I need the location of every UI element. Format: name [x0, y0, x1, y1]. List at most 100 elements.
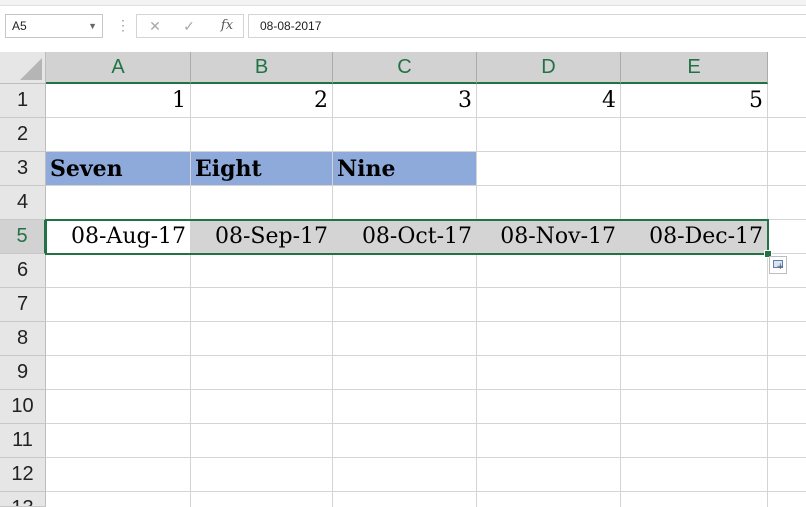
auto-fill-options-button[interactable]: +	[769, 256, 787, 274]
name-box[interactable]: A5 ▼	[5, 14, 103, 38]
cell-b5[interactable]: 08-Sep-17	[191, 220, 333, 254]
row-header-11[interactable]: 11	[0, 424, 46, 458]
row-header-4[interactable]: 4	[0, 186, 46, 220]
column-header-d[interactable]: D	[477, 52, 621, 84]
cell-c12[interactable]	[333, 458, 477, 492]
cell-e13[interactable]	[621, 492, 768, 507]
cell-e8[interactable]	[621, 322, 768, 356]
cell-f11[interactable]	[768, 424, 806, 458]
row-header-1[interactable]: 1	[0, 84, 46, 118]
insert-function-icon[interactable]: fx	[215, 15, 239, 37]
row-header-6[interactable]: 6	[0, 254, 46, 288]
cell-c6[interactable]	[333, 254, 477, 288]
cell-b13[interactable]	[191, 492, 333, 507]
cell-a9[interactable]	[46, 356, 191, 390]
cell-e5[interactable]: 08-Dec-17	[621, 220, 768, 254]
cell-f2[interactable]	[768, 118, 806, 152]
row-header-10[interactable]: 10	[0, 390, 46, 424]
cell-e1[interactable]: 5	[621, 84, 768, 118]
cell-d12[interactable]	[477, 458, 621, 492]
cell-a12[interactable]	[46, 458, 191, 492]
cell-d10[interactable]	[477, 390, 621, 424]
cell-d11[interactable]	[477, 424, 621, 458]
row-header-12[interactable]: 12	[0, 458, 46, 492]
chevron-down-icon[interactable]: ▼	[88, 15, 97, 37]
cell-c7[interactable]	[333, 288, 477, 322]
cell-a3[interactable]: Seven	[46, 152, 191, 186]
column-header-e[interactable]: E	[621, 52, 768, 84]
cell-f8[interactable]	[768, 322, 806, 356]
cell-d8[interactable]	[477, 322, 621, 356]
cell-b2[interactable]	[191, 118, 333, 152]
cell-a11[interactable]	[46, 424, 191, 458]
cell-b10[interactable]	[191, 390, 333, 424]
cell-b12[interactable]	[191, 458, 333, 492]
cell-f10[interactable]	[768, 390, 806, 424]
cell-d9[interactable]	[477, 356, 621, 390]
cell-a6[interactable]	[46, 254, 191, 288]
cell-a5[interactable]: 08-Aug-17	[46, 220, 191, 254]
cell-b1[interactable]: 2	[191, 84, 333, 118]
cell-e9[interactable]	[621, 356, 768, 390]
cell-e12[interactable]	[621, 458, 768, 492]
enter-icon[interactable]: ✓	[177, 15, 201, 37]
cell-c3[interactable]: Nine	[333, 152, 477, 186]
cell-e10[interactable]	[621, 390, 768, 424]
cell-b4[interactable]	[191, 186, 333, 220]
cell-e11[interactable]	[621, 424, 768, 458]
cell-c5[interactable]: 08-Oct-17	[333, 220, 477, 254]
cell-c4[interactable]	[333, 186, 477, 220]
cell-c11[interactable]	[333, 424, 477, 458]
drag-handle-icon[interactable]: ⋮	[116, 18, 130, 32]
cell-a10[interactable]	[46, 390, 191, 424]
cell-a13[interactable]	[46, 492, 191, 507]
cell-c8[interactable]	[333, 322, 477, 356]
column-header-b[interactable]: B	[191, 52, 333, 84]
cell-f9[interactable]	[768, 356, 806, 390]
cell-d3[interactable]	[477, 152, 621, 186]
cell-d13[interactable]	[477, 492, 621, 507]
cell-b8[interactable]	[191, 322, 333, 356]
cell-f12[interactable]	[768, 458, 806, 492]
cell-d6[interactable]	[477, 254, 621, 288]
cell-e7[interactable]	[621, 288, 768, 322]
cell-c13[interactable]	[333, 492, 477, 507]
cell-a2[interactable]	[46, 118, 191, 152]
cell-e3[interactable]	[621, 152, 768, 186]
select-all-button[interactable]	[0, 52, 46, 84]
cell-b6[interactable]	[191, 254, 333, 288]
cell-d4[interactable]	[477, 186, 621, 220]
cell-d2[interactable]	[477, 118, 621, 152]
cell-a1[interactable]: 1	[46, 84, 191, 118]
cell-c1[interactable]: 3	[333, 84, 477, 118]
row-header-7[interactable]: 7	[0, 288, 46, 322]
cancel-icon[interactable]: ✕	[143, 15, 167, 37]
row-header-3[interactable]: 3	[0, 152, 46, 186]
cell-f3[interactable]	[768, 152, 806, 186]
cell-e4[interactable]	[621, 186, 768, 220]
cell-c9[interactable]	[333, 356, 477, 390]
cell-d1[interactable]: 4	[477, 84, 621, 118]
cell-f13[interactable]	[768, 492, 806, 507]
cell-f1[interactable]	[768, 84, 806, 118]
cell-c10[interactable]	[333, 390, 477, 424]
cell-d7[interactable]	[477, 288, 621, 322]
row-header-13[interactable]: 13	[0, 492, 46, 507]
cell-f4[interactable]	[768, 186, 806, 220]
cell-a8[interactable]	[46, 322, 191, 356]
cell-f7[interactable]	[768, 288, 806, 322]
column-header-a[interactable]: A	[46, 52, 191, 84]
cell-d5[interactable]: 08-Nov-17	[477, 220, 621, 254]
row-header-5[interactable]: 5	[0, 220, 46, 254]
cell-b3[interactable]: Eight	[191, 152, 333, 186]
formula-input[interactable]: 08-08-2017	[248, 14, 806, 38]
cell-b7[interactable]	[191, 288, 333, 322]
row-header-8[interactable]: 8	[0, 322, 46, 356]
cell-a7[interactable]	[46, 288, 191, 322]
column-header-c[interactable]: C	[333, 52, 477, 84]
cell-c2[interactable]	[333, 118, 477, 152]
row-header-2[interactable]: 2	[0, 118, 46, 152]
row-header-9[interactable]: 9	[0, 356, 46, 390]
cell-e2[interactable]	[621, 118, 768, 152]
cell-e6[interactable]	[621, 254, 768, 288]
